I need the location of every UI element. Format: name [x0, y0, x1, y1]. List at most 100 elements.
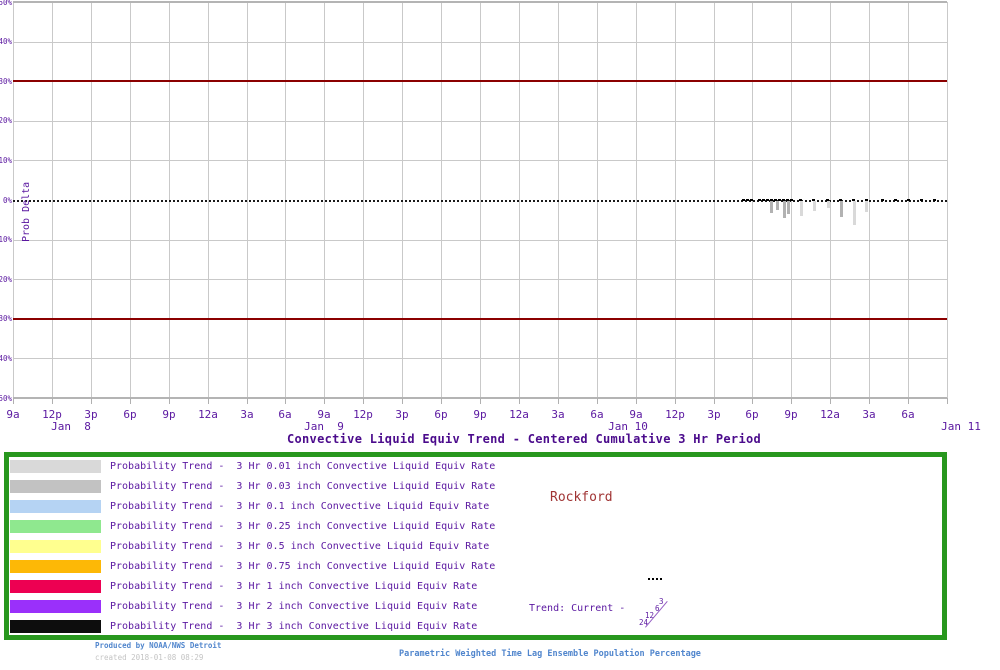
zero-dash-mark	[920, 199, 923, 201]
weather-trend-chart: 50% 40% 30% 20% 10% 0% -10% -20% -30% -40% -50% 9a 1…	[0, 0, 1000, 670]
zero-dash-mark	[742, 199, 745, 201]
zero-dash-mark	[799, 199, 802, 201]
legend-item-label: Probability Trend - 3 Hr 3 inch Convecti…	[110, 621, 478, 632]
x-date-label: Jan 11	[941, 420, 981, 433]
x-tick-mark	[324, 398, 325, 404]
x-tick-mark	[130, 398, 131, 404]
trend-dot	[656, 578, 658, 580]
delta-bar	[865, 201, 868, 212]
x-tick-mark	[52, 398, 53, 404]
x-tick-mark	[597, 398, 598, 404]
legend-item-label: Probability Trend - 3 Hr 0.75 inch Conve…	[110, 561, 496, 572]
zero-dash-mark	[826, 199, 829, 201]
zero-dash-mark	[770, 199, 773, 201]
delta-bar	[827, 201, 830, 208]
x-tick-label: 12p	[42, 408, 62, 421]
h-gridline	[13, 240, 947, 241]
x-tick-mark	[402, 398, 403, 404]
zero-dash-mark	[766, 199, 769, 201]
x-tick-mark	[908, 398, 909, 404]
zero-dash-mark	[746, 199, 749, 201]
y-tick-label: 10%	[0, 156, 12, 165]
x-tick-label: 12a	[509, 408, 529, 421]
x-tick-label: 3p	[707, 408, 721, 421]
delta-bar	[776, 201, 779, 210]
legend-swatch	[10, 520, 101, 533]
x-tick-label: 6a	[278, 408, 292, 421]
x-tick-label: 9p	[473, 408, 487, 421]
zero-dash-mark	[812, 199, 815, 201]
zero-dash-mark	[907, 199, 910, 201]
x-date-label: Jan 10	[608, 420, 648, 433]
x-tick-label: 12p	[353, 408, 373, 421]
trend-dot	[648, 578, 650, 580]
y-axis-label: Prob Delta	[21, 181, 32, 242]
zero-dash-mark	[865, 199, 868, 201]
x-tick-label: 3a	[551, 408, 565, 421]
x-tick-mark	[675, 398, 676, 404]
legend-swatch	[10, 480, 101, 493]
x-tick-mark	[830, 398, 831, 404]
y-tick-label: 0%	[2, 196, 12, 205]
x-tick-label: 12a	[198, 408, 218, 421]
x-tick-mark	[247, 398, 248, 404]
zero-dash-mark	[786, 199, 789, 201]
legend-item-label: Probability Trend - 3 Hr 0.25 inch Conve…	[110, 521, 496, 532]
reference-line	[13, 318, 947, 320]
zero-dash-mark	[782, 199, 785, 201]
x-tick-label: 12a	[820, 408, 840, 421]
x-tick-mark	[947, 398, 948, 404]
x-tick-label: 9a	[317, 408, 331, 421]
zero-dash-mark	[758, 199, 761, 201]
legend-swatch	[10, 500, 101, 513]
plot-area: 50% 40% 30% 20% 10% 0% -10% -20% -30% -40% -50% 9a 1…	[0, 0, 1000, 432]
h-gridline	[13, 160, 947, 161]
zero-dash-mark	[778, 199, 781, 201]
legend-box: Probability Trend - 3 Hr 0.01 inch Conve…	[4, 452, 947, 640]
x-tick-mark	[869, 398, 870, 404]
delta-bar	[800, 201, 803, 216]
y-tick-label: -20%	[0, 275, 12, 284]
x-tick-mark	[791, 398, 792, 404]
trend-dot	[652, 578, 654, 580]
x-tick-mark	[519, 398, 520, 404]
x-tick-mark	[169, 398, 170, 404]
y-tick-label: -30%	[0, 314, 12, 323]
delta-bar	[783, 201, 786, 218]
zero-dash-mark	[790, 199, 793, 201]
trend-current-label: Trend: Current -	[529, 603, 626, 614]
legend-item-label: Probability Trend - 3 Hr 0.5 inch Convec…	[110, 541, 490, 552]
chart-title: Convective Liquid Equiv Trend - Centered…	[286, 432, 762, 446]
zero-dash-mark	[894, 199, 897, 201]
y-tick-label: -50%	[0, 394, 12, 403]
h-gridline	[13, 121, 947, 122]
lag-number: 6	[655, 604, 660, 613]
y-tick-label: 50%	[0, 0, 12, 7]
legend-item-label: Probability Trend - 3 Hr 1 inch Convecti…	[110, 581, 478, 592]
x-tick-mark	[441, 398, 442, 404]
zero-dash-mark	[839, 199, 842, 201]
legend-swatch	[10, 540, 101, 553]
x-tick-label: 12p	[665, 408, 685, 421]
x-tick-label: 6p	[123, 408, 137, 421]
legend-item-label: Probability Trend - 3 Hr 2 inch Convecti…	[110, 601, 478, 612]
lag-number: 24	[639, 618, 649, 627]
x-tick-mark	[714, 398, 715, 404]
x-tick-label: 6p	[745, 408, 759, 421]
x-tick-label: 3a	[862, 408, 876, 421]
x-tick-label: 9p	[784, 408, 798, 421]
y-tick-label: -40%	[0, 354, 12, 363]
h-gridline	[13, 1, 947, 3]
y-tick-label: 30%	[0, 77, 12, 86]
x-tick-label: 9p	[162, 408, 176, 421]
x-tick-mark	[480, 398, 481, 404]
x-tick-label: 3a	[240, 408, 254, 421]
legend-swatch	[10, 460, 101, 473]
delta-bar	[787, 201, 790, 214]
x-tick-label: 6p	[434, 408, 448, 421]
zero-dash-mark	[881, 199, 884, 201]
created-timestamp: created 2018-01-08 08:29	[95, 653, 204, 662]
legend-swatch	[10, 580, 101, 593]
x-tick-label: 6a	[901, 408, 915, 421]
legend-item-label: Probability Trend - 3 Hr 0.01 inch Conve…	[110, 461, 496, 472]
